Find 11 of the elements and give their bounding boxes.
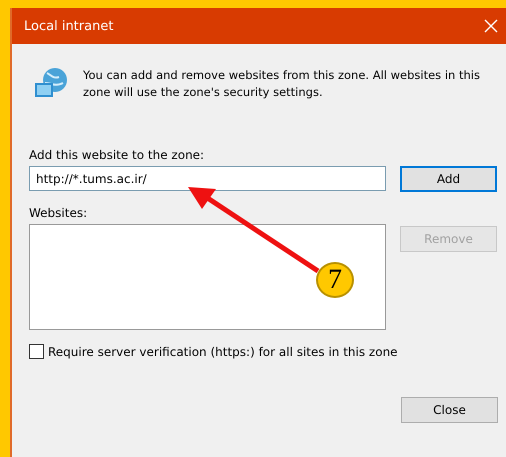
add-button[interactable]: Add: [400, 166, 497, 192]
close-icon[interactable]: [484, 19, 498, 33]
websites-list[interactable]: [29, 224, 386, 330]
description-text: You can add and remove websites from this zone. All websites in this zone will use the zone's security settings.: [83, 67, 481, 101]
checkbox-label[interactable]: Require server verification (https:) for all sites in this zone: [48, 344, 398, 358]
websites-label: Websites:: [29, 206, 88, 220]
checkbox[interactable]: [29, 344, 44, 359]
window-title: Local intranet: [24, 18, 114, 34]
close-button[interactable]: Close: [401, 397, 498, 423]
add-website-label: Add this website to the zone:: [29, 148, 206, 162]
website-input-field[interactable]: http://*.tums.ac.ir/: [29, 166, 386, 191]
